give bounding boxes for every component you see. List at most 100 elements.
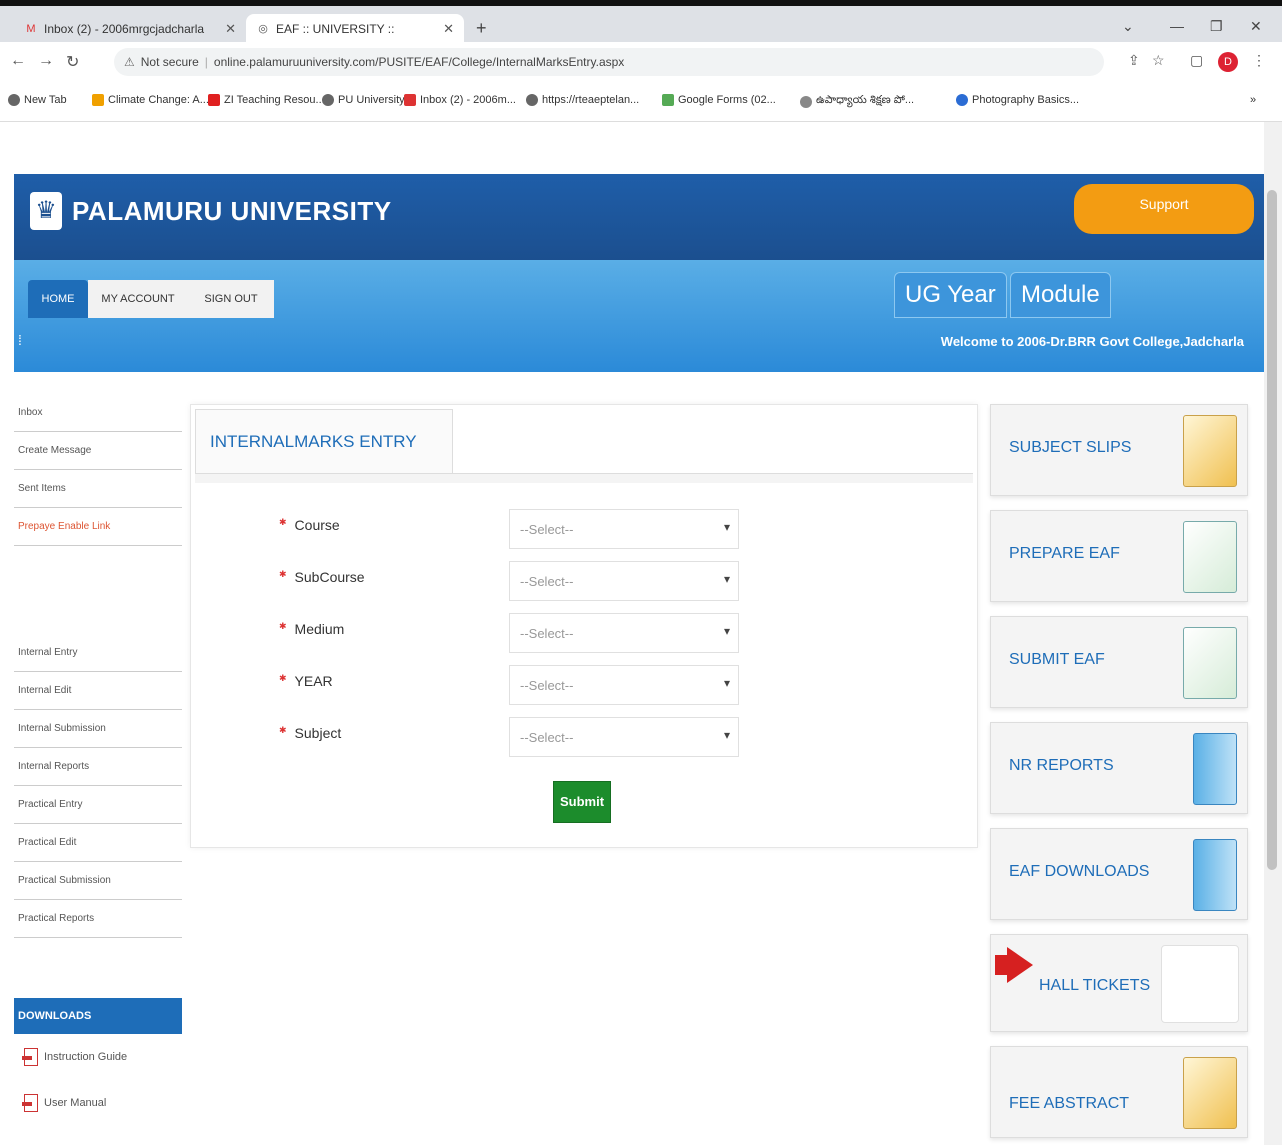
book-icon (1193, 839, 1237, 911)
bookmark-item[interactable]: ఉపాధ్యాయ శిక్షణ పో... (800, 94, 914, 109)
bookmark-item[interactable]: Inbox (2) - 2006m... (404, 94, 516, 106)
downloads-heading: DOWNLOADS (14, 998, 182, 1034)
fee-abstract-card[interactable]: FEE ABSTRACT (990, 1046, 1248, 1138)
security-label: Not secure (140, 55, 199, 69)
globe-icon (526, 94, 538, 106)
nav-my-account[interactable]: MY ACCOUNT (88, 280, 188, 318)
sidebar-item-internal-edit[interactable]: Internal Edit (14, 672, 182, 710)
subject-slips-card[interactable]: SUBJECT SLIPS (990, 404, 1248, 496)
ug-year-button[interactable]: UG Year (894, 272, 1007, 318)
pdf-icon (22, 1094, 38, 1112)
red-arrow-icon (1007, 947, 1033, 983)
close-window-icon[interactable]: ✕ (1250, 18, 1262, 35)
tab-search-icon[interactable]: ⌄ (1122, 18, 1134, 35)
form-icon (1183, 627, 1237, 699)
sidebar-item-practical-submission[interactable]: Practical Submission (14, 862, 182, 900)
book-icon (1193, 733, 1237, 805)
profile-avatar[interactable]: D (1218, 52, 1238, 72)
nr-reports-card[interactable]: NR REPORTS (990, 722, 1248, 814)
share-icon[interactable]: ⇪ (1128, 52, 1140, 69)
page-viewport: ♛ PALAMURU UNIVERSITY Support HOME MY AC… (0, 122, 1264, 1145)
chevron-down-icon: ▾ (723, 676, 730, 690)
bookmark-item[interactable]: PU University (322, 94, 405, 106)
menu-kebab-icon[interactable]: ⋮ (1252, 52, 1266, 69)
forms-icon (662, 94, 674, 106)
maximize-icon[interactable]: ❐ (1210, 18, 1223, 35)
new-tab-icon[interactable]: + (476, 18, 487, 39)
required-icon: ✱ (279, 621, 287, 631)
required-icon: ✱ (279, 673, 287, 683)
bookmark-item[interactable]: Google Forms (02... (662, 94, 776, 106)
back-icon[interactable]: ← (10, 52, 26, 70)
sidebar-item-practical-entry[interactable]: Practical Entry (14, 786, 182, 824)
pin-icon: ⁞ (18, 332, 22, 348)
sidebar-item-internal-submission[interactable]: Internal Submission (14, 710, 182, 748)
sidebar-item-inbox[interactable]: Inbox (14, 394, 182, 432)
form-icon (1183, 521, 1237, 593)
course-row: ✱ Course --Select-- ▾ (191, 501, 979, 553)
subject-select[interactable]: --Select-- ▾ (509, 717, 739, 757)
url-text: online.palamuruuniversity.com/PUSITE/EAF… (213, 55, 625, 69)
dollar-icon (92, 94, 104, 106)
subcourse-row: ✱ SubCourse --Select-- ▾ (191, 553, 979, 605)
right-panel: SUBJECT SLIPS PREPARE EAF SUBMIT EAF NR … (990, 404, 1252, 1145)
nav-sign-out[interactable]: SIGN OUT (188, 280, 274, 318)
scrollbar-thumb[interactable] (1267, 190, 1277, 870)
site-title: PALAMURU UNIVERSITY (72, 196, 392, 226)
university-logo-icon: ♛ (30, 192, 62, 230)
globe-icon (8, 94, 20, 106)
bookmarks-overflow-icon[interactable]: » (1250, 94, 1256, 106)
sidebar-item-prepaye-enable-link[interactable]: Prepaye Enable Link (14, 508, 182, 546)
globe-icon: ◎ (258, 23, 268, 35)
welcome-text: Welcome to 2006-Dr.BRR Govt College,Jadc… (940, 334, 1244, 349)
forward-icon[interactable]: → (38, 52, 54, 70)
close-tab-icon[interactable]: ✕ (443, 21, 454, 37)
minimize-icon[interactable]: — (1170, 18, 1184, 34)
arrow-body (995, 955, 1007, 975)
bookmark-item[interactable]: Climate Change: A... (92, 94, 209, 106)
submit-button[interactable]: Submit (553, 781, 611, 823)
hall-ticket-image (1161, 945, 1239, 1023)
main-nav: HOME MY ACCOUNT SIGN OUT UG Year Module … (14, 260, 1264, 372)
bookmark-item[interactable]: New Tab (8, 94, 67, 106)
sidebar-item-internal-reports[interactable]: Internal Reports (14, 748, 182, 786)
sidebar-item-practical-reports[interactable]: Practical Reports (14, 900, 182, 938)
close-tab-icon[interactable]: ✕ (225, 21, 236, 37)
sidebar-item-internal-entry[interactable]: Internal Entry (14, 634, 182, 672)
medium-select[interactable]: --Select-- ▾ (509, 613, 739, 653)
bookmark-item[interactable]: Photography Basics... (956, 94, 1079, 106)
submit-eaf-card[interactable]: SUBMIT EAF (990, 616, 1248, 708)
chevron-down-icon: ▾ (723, 728, 730, 742)
bookmark-item[interactable]: ZI Teaching Resou... (208, 94, 325, 106)
browser-tab-eaf[interactable]: ◎ EAF :: UNIVERSITY :: ✕ (246, 14, 464, 44)
year-label: YEAR (294, 673, 333, 689)
bookmark-item[interactable]: https://rteaeptelan... (526, 94, 639, 106)
url-input[interactable]: ⚠ Not secure | online.palamuruuniversity… (114, 48, 1104, 76)
download-user-manual[interactable]: User Manual (14, 1080, 182, 1126)
subcourse-label: SubCourse (294, 569, 365, 585)
support-button[interactable]: Support (1074, 184, 1254, 234)
subject-row: ✱ Subject --Select-- ▾ (191, 709, 979, 761)
bookmark-star-icon[interactable]: ☆ (1152, 52, 1165, 69)
sidepanel-icon[interactable]: ▢ (1190, 52, 1203, 69)
chevron-down-icon: ▾ (723, 624, 730, 638)
eaf-downloads-card[interactable]: EAF DOWNLOADS (990, 828, 1248, 920)
hall-tickets-card[interactable]: HALL TICKETS (990, 934, 1248, 1032)
subcourse-select[interactable]: --Select-- ▾ (509, 561, 739, 601)
course-select[interactable]: --Select-- ▾ (509, 509, 739, 549)
warning-icon: ⚠ (124, 55, 135, 69)
sidebar-item-practical-edit[interactable]: Practical Edit (14, 824, 182, 862)
module-button[interactable]: Module (1010, 272, 1111, 318)
browser-tab-inbox[interactable]: M Inbox (2) - 2006mrgcjadcharla ✕ (14, 14, 246, 44)
sidebar-item-create-message[interactable]: Create Message (14, 432, 182, 470)
nav-home[interactable]: HOME (28, 280, 88, 318)
year-select[interactable]: --Select-- ▾ (509, 665, 739, 705)
reload-icon[interactable]: ↻ (66, 52, 79, 72)
sidebar-item-sent-items[interactable]: Sent Items (14, 470, 182, 508)
prepare-eaf-card[interactable]: PREPARE EAF (990, 510, 1248, 602)
browser-tab-bar: M Inbox (2) - 2006mrgcjadcharla ✕ ◎ EAF … (0, 0, 1282, 44)
youtube-icon (208, 94, 220, 106)
document-icon (1183, 1057, 1237, 1129)
download-instruction-guide[interactable]: Instruction Guide (14, 1034, 182, 1080)
